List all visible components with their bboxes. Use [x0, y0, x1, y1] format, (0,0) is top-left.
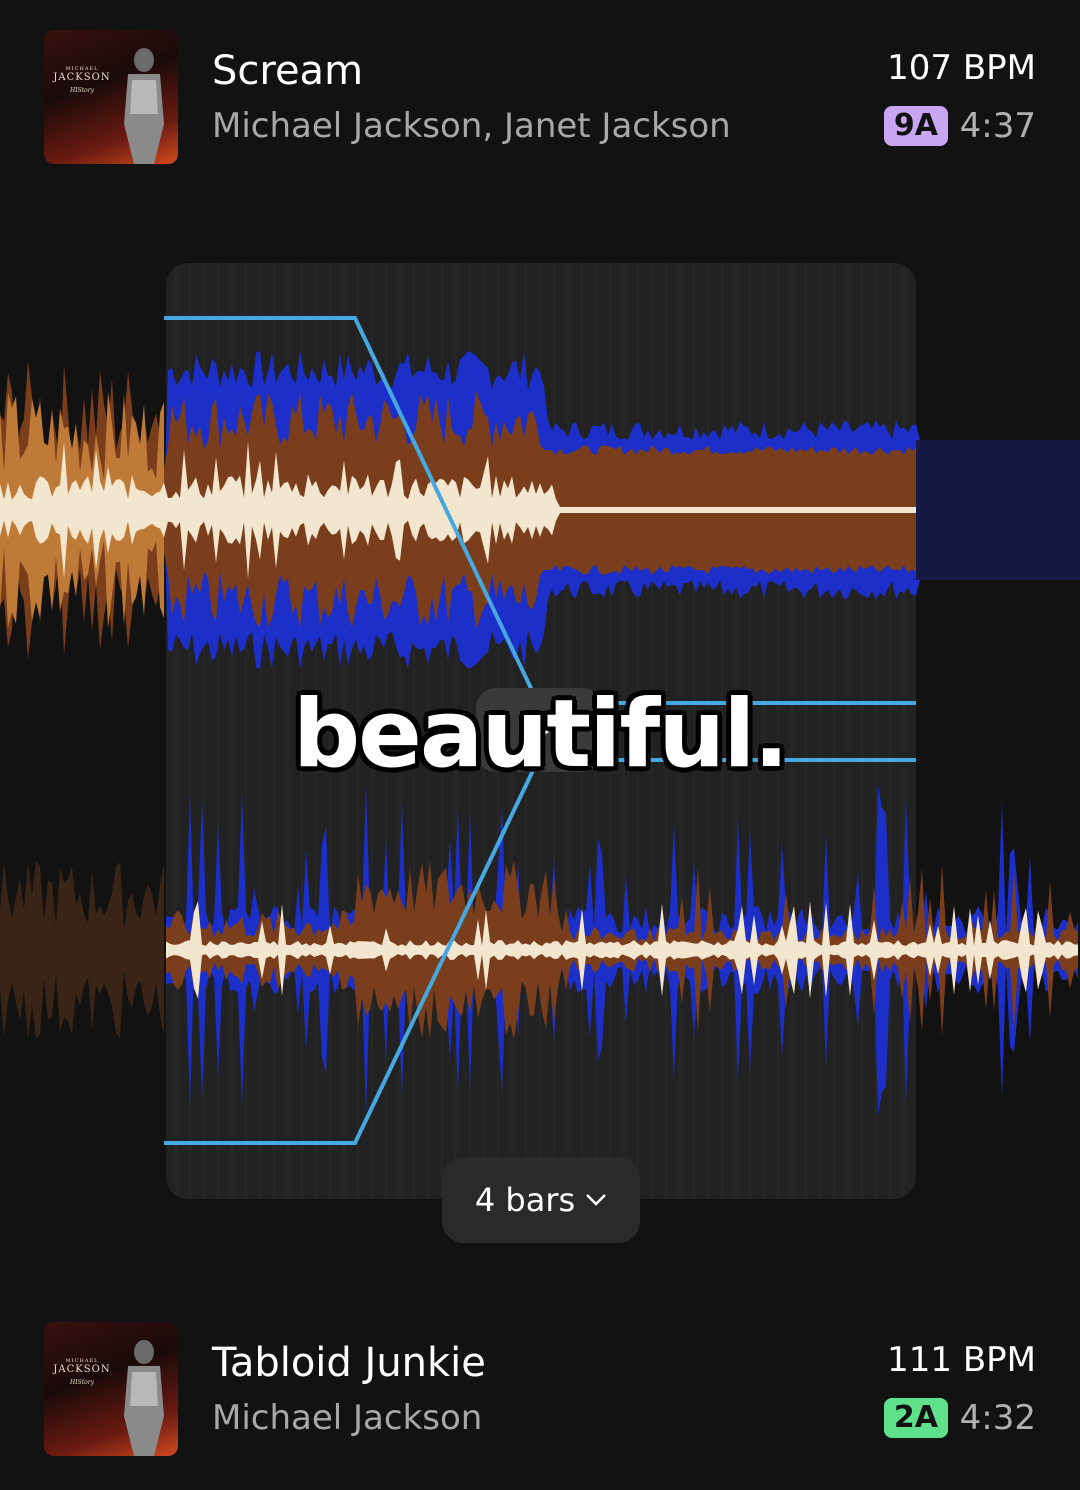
track-title: Tabloid Junkie [212, 1340, 486, 1386]
waveform-track-2 [0, 784, 1078, 1116]
waveform-track-1 [0, 350, 1080, 670]
chevron-down-icon [586, 1194, 607, 1206]
track-bpm: 111 BPM [887, 1340, 1036, 1380]
track-artist: Michael Jackson [212, 1398, 483, 1438]
track-duration: 4:32 [959, 1398, 1036, 1438]
bars-length-dropdown[interactable]: 4 bars [442, 1157, 640, 1243]
bars-label: 4 bars [474, 1181, 576, 1219]
caption-text: beautiful. [292, 680, 789, 789]
album-art: MICHAEL JACKSON HIStory [44, 1322, 178, 1456]
album-figure-icon [124, 1340, 164, 1456]
track-row-tabloid-junkie[interactable]: MICHAEL JACKSON HIStory Tabloid Junkie M… [0, 1322, 1080, 1462]
key-badge: 2A [883, 1398, 948, 1438]
